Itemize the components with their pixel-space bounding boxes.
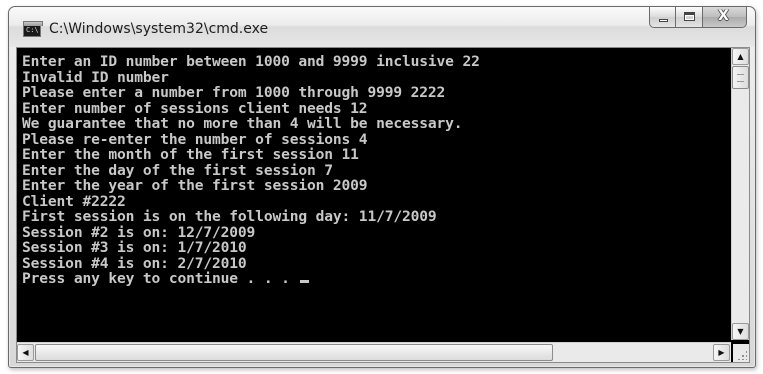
console-line: Press any key to continue . . .	[22, 271, 731, 287]
resize-grip-icon[interactable]	[733, 344, 749, 362]
console-line: Enter number of sessions client needs 12	[22, 99, 368, 117]
cmd-icon: C:\	[23, 21, 43, 37]
console-line: First session is on the following day: 1…	[22, 208, 437, 225]
console-output[interactable]: Enter an ID number between 1000 and 9999…	[17, 48, 731, 340]
console-line: Session #2 is on: 12/7/2009	[22, 223, 256, 241]
minimize-button[interactable]	[649, 7, 676, 28]
minimize-icon	[659, 19, 668, 22]
console-line: Enter the year of the first session 2009	[22, 177, 368, 194]
scroll-right-button[interactable]: ▶	[713, 344, 730, 361]
console-line: Session #3 is on: 1/7/2010	[22, 239, 247, 256]
console-line: Please re-enter the number of sessions 4	[22, 130, 368, 148]
window-controls: X	[649, 7, 747, 29]
maximize-icon	[684, 12, 695, 21]
arrow-up-icon: ▲	[737, 52, 744, 61]
text-cursor	[300, 280, 310, 283]
console-line: Enter the day of the first session 7	[22, 161, 333, 179]
arrow-left-icon: ◀	[22, 348, 29, 357]
scroll-down-button[interactable]: ▼	[732, 323, 749, 340]
horizontal-scroll-thumb[interactable]	[35, 344, 553, 361]
scroll-up-button[interactable]: ▲	[732, 48, 749, 65]
console-window: C:\ C:\Windows\system32\cmd.exe X Enter …	[8, 6, 756, 368]
console-line: Enter an ID number between 1000 and 9999…	[22, 53, 480, 70]
title-bar[interactable]: C:\ C:\Windows\system32\cmd.exe X	[9, 7, 755, 47]
console-line: Enter the month of the first session 11	[22, 146, 359, 163]
console-line: Please enter a number from 1000 through …	[22, 84, 446, 101]
console-line: Invalid ID number	[22, 68, 169, 86]
arrow-right-icon: ▶	[718, 348, 725, 357]
horizontal-scrollbar[interactable]: ◀ ▶	[17, 342, 731, 362]
arrow-down-icon: ▼	[737, 327, 744, 336]
console-line: Client #2222	[22, 192, 126, 210]
close-icon: X	[718, 8, 729, 24]
console-line: Session #4 is on: 2/7/2010	[22, 254, 247, 272]
scroll-left-button[interactable]: ◀	[17, 344, 34, 361]
close-button[interactable]: X	[703, 7, 747, 28]
vertical-scrollbar[interactable]: ▲ ▼	[731, 48, 749, 340]
vertical-scroll-thumb[interactable]	[732, 66, 749, 89]
window-title: C:\Windows\system32\cmd.exe	[49, 21, 269, 37]
console-line: We guarantee that no more than 4 will be…	[22, 115, 463, 132]
maximize-button[interactable]	[676, 7, 703, 28]
console-frame: Enter an ID number between 1000 and 9999…	[16, 47, 750, 363]
